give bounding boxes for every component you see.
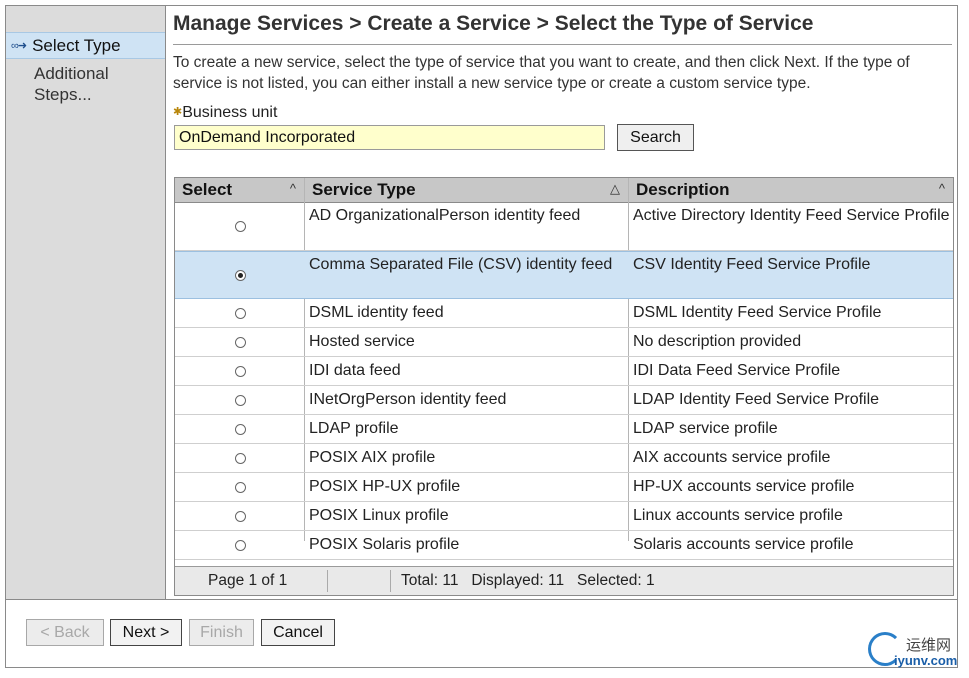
- select-radio[interactable]: [235, 482, 246, 493]
- description-cell: LDAP Identity Feed Service Profile: [633, 391, 880, 408]
- page-indicator: Page 1 of 1: [208, 572, 288, 589]
- select-radio[interactable]: [235, 221, 246, 232]
- step-additional-steps-label: Additional Steps...: [34, 64, 109, 104]
- search-button[interactable]: Search: [617, 124, 694, 151]
- cancel-button[interactable]: Cancel: [261, 619, 335, 646]
- watermark-url: iyunv.com: [894, 653, 958, 668]
- wizard-frame: ∞➜ Select Type Additional Steps... Manag…: [5, 5, 958, 668]
- wizard-steps-sidebar: ∞➜ Select Type Additional Steps...: [6, 6, 166, 599]
- table-row[interactable]: POSIX HP-UX profile HP-UX accounts servic…: [175, 473, 953, 502]
- title-divider: [173, 44, 952, 45]
- sort-caret-icon: ^: [938, 181, 945, 196]
- table-row[interactable]: AD OrganizationalPerson identity feed Act…: [175, 203, 953, 251]
- service-type-cell: DSML identity feed: [309, 304, 444, 321]
- description-cell: Solaris accounts service profile: [633, 536, 854, 553]
- table-row[interactable]: POSIX AIX profile AIX accounts service pr…: [175, 444, 953, 473]
- finish-button[interactable]: Finish: [189, 619, 254, 646]
- select-radio[interactable]: [235, 308, 246, 319]
- service-type-table: Select ^ Service Type △ Description ^ AD…: [174, 177, 954, 596]
- column-header-description-label: Description: [636, 180, 730, 199]
- select-radio[interactable]: [235, 366, 246, 377]
- description-cell: AIX accounts service profile: [633, 449, 831, 466]
- footer-divider: [327, 570, 328, 592]
- description-cell: IDI Data Feed Service Profile: [633, 362, 841, 379]
- select-radio[interactable]: [235, 424, 246, 435]
- select-radio[interactable]: [235, 453, 246, 464]
- service-type-cell: Comma Separated File (CSV) identity feed: [309, 256, 613, 273]
- select-radio[interactable]: [235, 511, 246, 522]
- footer-divider: [390, 570, 391, 592]
- site-watermark: 运维网 iyunv.com: [868, 628, 966, 672]
- business-unit-input[interactable]: [174, 125, 605, 150]
- service-type-cell: INetOrgPerson identity feed: [309, 391, 507, 408]
- step-select-type-label: Select Type: [32, 35, 121, 55]
- select-radio[interactable]: [235, 395, 246, 406]
- table-summary: Total: 11 Displayed: 11 Selected: 1: [401, 572, 655, 589]
- table-row[interactable]: IDI data feed IDI Data Feed Service Profi…: [175, 357, 953, 386]
- step-additional-steps: Additional Steps...: [34, 63, 134, 105]
- description-cell: Active Directory Identity Feed Service P…: [633, 207, 950, 224]
- table-row[interactable]: Comma Separated File (CSV) identity feed…: [175, 251, 953, 299]
- business-unit-label: ✱Business unit: [173, 104, 277, 122]
- service-type-cell: POSIX Solaris profile: [309, 536, 460, 553]
- description-cell: No description provided: [633, 333, 802, 350]
- service-type-cell: Hosted service: [309, 333, 415, 350]
- description-cell: HP-UX accounts service profile: [633, 478, 855, 495]
- column-header-description[interactable]: Description ^: [628, 178, 953, 203]
- table-row[interactable]: DSML identity feed DSML Identity Feed Ser…: [175, 299, 953, 328]
- business-unit-label-text: Business unit: [182, 104, 278, 121]
- step-select-type[interactable]: ∞➜ Select Type: [6, 32, 165, 59]
- next-button[interactable]: Next >: [110, 619, 182, 646]
- table-row[interactable]: Hosted service No description provided: [175, 328, 953, 357]
- service-type-cell: POSIX AIX profile: [309, 449, 436, 466]
- table-row[interactable]: LDAP profile LDAP service profile: [175, 415, 953, 444]
- sort-caret-icon: ^: [289, 181, 296, 196]
- table-row[interactable]: POSIX Solaris profile Solaris accounts se…: [175, 531, 953, 560]
- service-type-cell: LDAP profile: [309, 420, 399, 437]
- select-radio[interactable]: [235, 540, 246, 551]
- description-cell: CSV Identity Feed Service Profile: [633, 256, 871, 273]
- watermark-cn: 运维网: [906, 637, 952, 654]
- wizard-button-bar: < Back Next > Finish Cancel: [6, 599, 957, 667]
- column-header-select[interactable]: Select ^: [175, 178, 304, 203]
- service-type-cell: IDI data feed: [309, 362, 401, 379]
- column-header-service-type-label: Service Type: [312, 180, 416, 199]
- table-row[interactable]: POSIX Linux profile Linux accounts servic…: [175, 502, 953, 531]
- table-row[interactable]: INetOrgPerson identity feed LDAP Identity…: [175, 386, 953, 415]
- select-radio[interactable]: [235, 270, 246, 281]
- service-type-cell: AD OrganizationalPerson identity feed: [309, 207, 581, 224]
- description-cell: DSML Identity Feed Service Profile: [633, 304, 882, 321]
- select-radio[interactable]: [235, 337, 246, 348]
- page-title: Manage Services > Create a Service > Sel…: [173, 12, 814, 35]
- column-header-service-type[interactable]: Service Type △: [304, 178, 628, 203]
- back-button[interactable]: < Back: [26, 619, 104, 646]
- current-step-arrow-icon: ∞➜: [11, 40, 27, 52]
- description-cell: Linux accounts service profile: [633, 507, 843, 524]
- description-cell: LDAP service profile: [633, 420, 778, 437]
- sort-ascending-icon: △: [610, 181, 620, 196]
- service-type-cell: POSIX Linux profile: [309, 507, 449, 524]
- service-type-cell: POSIX HP-UX profile: [309, 478, 461, 495]
- required-icon: ✱: [173, 106, 183, 118]
- intro-text: To create a new service, select the type…: [173, 54, 910, 92]
- table-footer: Page 1 of 1 Total: 11 Displayed: 11 Sele…: [175, 566, 953, 595]
- column-header-select-label: Select: [182, 180, 233, 199]
- main-content: Manage Services > Create a Service > Sel…: [171, 6, 957, 599]
